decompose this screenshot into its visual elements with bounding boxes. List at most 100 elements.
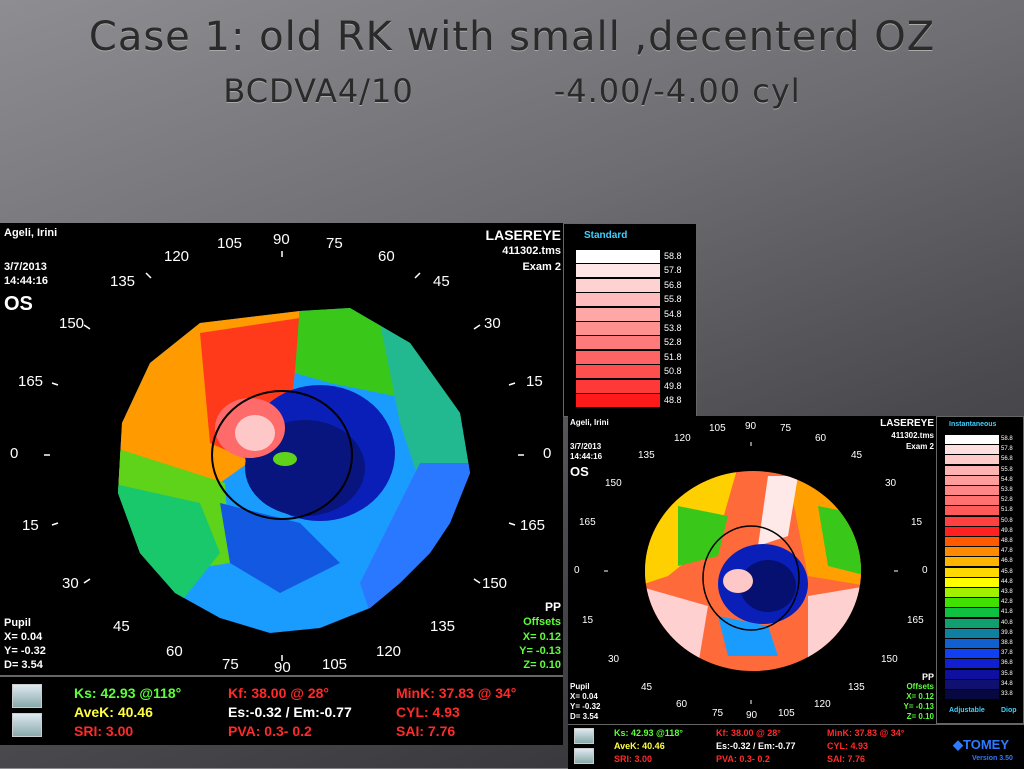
scale-row: 43.8 (945, 588, 1024, 598)
scale-row: 53.8 (576, 322, 696, 336)
scale-row: 45.8 (945, 567, 1024, 578)
exam-number-2: Exam 2 (905, 442, 934, 451)
scale-value: 56.8 (1001, 456, 1013, 463)
axis2-label-90-lower: 90 (746, 710, 758, 721)
axis2-label-0-right: 0 (922, 565, 928, 576)
cyl-value: CYL: 4.93 (396, 704, 460, 720)
pupil-x-2: X= 0.04 (570, 692, 598, 701)
eye-label-2: OS (570, 464, 589, 479)
kf-value-2: Kf: 38.00 @ 28° (716, 728, 781, 738)
offset-z-2: Z= 0.10 (906, 712, 934, 721)
scale-row: 49.8 (945, 526, 1024, 537)
scale-row: 46.8 (945, 557, 1024, 567)
axis-label-45: 45 (433, 273, 450, 290)
software-version: Version 3.50 (972, 755, 1013, 762)
scale-row: 40.8 (945, 618, 1024, 629)
ks-value-2: Ks: 42.93 @118° (614, 728, 683, 738)
axis2-label-120: 120 (674, 433, 691, 444)
scale-value: 53.8 (1001, 487, 1013, 493)
scale-row: 57.8 (945, 445, 1024, 455)
axis-label-165: 165 (18, 373, 44, 390)
axis2-label-75-lower: 75 (712, 708, 724, 719)
axis-label-30: 30 (484, 315, 501, 332)
axis-label-75-lower: 75 (222, 656, 239, 673)
sai-value-2: SAI: 7.76 (827, 754, 866, 764)
scale-row: 58.8 (576, 250, 696, 264)
axis-label-135-lower: 135 (430, 618, 456, 635)
sri-value-2: SRI: 3.00 (614, 754, 653, 764)
brand-name: TOMEY (963, 737, 1009, 752)
axis-label-60-lower: 60 (166, 643, 183, 660)
axis-label-60: 60 (378, 248, 395, 265)
scale-row: 54.8 (945, 475, 1024, 486)
scale-swatch (576, 264, 660, 278)
scale-swatch (945, 639, 999, 648)
scale-swatch (945, 506, 999, 516)
printer-icon[interactable] (574, 728, 594, 744)
patient-name-2: Ageli, Irini (570, 418, 609, 427)
eye-label: OS (4, 293, 33, 315)
scale-row: 56.8 (576, 278, 696, 293)
exam-number: Exam 2 (522, 261, 561, 273)
scale-row: 34.8 (945, 679, 1024, 690)
pupil-label: Pupil (4, 617, 31, 629)
exam-time: 14:44:16 (4, 275, 49, 287)
scale-value: 51.8 (664, 351, 682, 362)
mink-value-2: MinK: 37.83 @ 34° (827, 728, 905, 738)
scale-swatch (945, 547, 999, 557)
standard-topography-map: Ageli, Irini 3/7/2013 14:44:16 OS LASERE… (0, 223, 563, 675)
scale-value: 50.8 (1001, 517, 1013, 524)
axis-label-15: 15 (526, 373, 543, 390)
scale-swatch (945, 475, 999, 485)
pupil-y-2: Y= -0.32 (570, 702, 601, 711)
clinic-name-2: LASEREYE (880, 418, 934, 429)
axis-label-0-left: 0 (10, 445, 19, 462)
export-icon[interactable] (574, 748, 594, 764)
scale-value: 39.8 (1001, 629, 1013, 636)
axis-label-90: 90 (273, 231, 290, 248)
scale-swatch (945, 690, 999, 699)
scale-value: 56.8 (664, 279, 682, 290)
offset-y: Y= -0.13 (519, 645, 561, 657)
file-name: 411302.tms (502, 245, 561, 257)
kf-value: Kf: 38.00 @ 28° (228, 685, 329, 701)
exam-date: 3/7/2013 (4, 261, 47, 273)
adjustable-label: Adjustable (949, 707, 985, 714)
axis2-label-90: 90 (745, 421, 757, 432)
axis2-label-105: 105 (709, 423, 726, 434)
export-icon[interactable] (12, 713, 42, 737)
scale-value: 34.8 (1001, 680, 1013, 687)
scale-swatch (945, 608, 999, 618)
scale-row: 35.8 (945, 669, 1024, 680)
sri-value: SRI: 3.00 (74, 723, 134, 739)
scale-swatch (576, 336, 660, 350)
offset-z: Z= 0.10 (523, 659, 561, 671)
scale-value: 43.8 (1001, 589, 1013, 595)
scale-row: 44.8 (945, 577, 1024, 588)
clinic-name: LASEREYE (485, 227, 561, 243)
subtitle-bcdva: BCDVA4/10 (223, 72, 414, 110)
printer-icon[interactable] (12, 684, 42, 708)
scale-row: 47.8 (945, 547, 1024, 557)
scale-swatch (945, 628, 999, 638)
scale-value: 52.8 (664, 337, 682, 348)
scale-value: 37.8 (1001, 650, 1013, 657)
scale-row: 39.8 (945, 628, 1024, 639)
scale-row: 51.8 (576, 350, 696, 365)
scale-swatch (576, 365, 660, 379)
mink-value: MinK: 37.83 @ 34° (396, 685, 517, 701)
instantaneous-color-scale: Instantaneous 58.8 57.8 56.8 55.8 54.8 53.8 52… (936, 416, 1024, 724)
scale-swatch (945, 618, 999, 628)
scale-row: 41.8 (945, 608, 1024, 618)
pupil-y: Y= -0.32 (4, 645, 46, 657)
pupil-d-2: D= 3.54 (570, 712, 599, 721)
axis2-label-0-left: 0 (574, 565, 580, 576)
offsets-label-2: Offsets (906, 682, 934, 691)
axis-label-120: 120 (164, 248, 190, 265)
scale-value: 54.8 (1001, 476, 1013, 483)
scale-swatch (945, 516, 999, 526)
scale-swatch (945, 465, 999, 475)
axis2-label-150-lower: 150 (881, 654, 898, 665)
corneal-map-2 (604, 442, 898, 704)
axis-label-105-lower: 105 (322, 656, 348, 673)
